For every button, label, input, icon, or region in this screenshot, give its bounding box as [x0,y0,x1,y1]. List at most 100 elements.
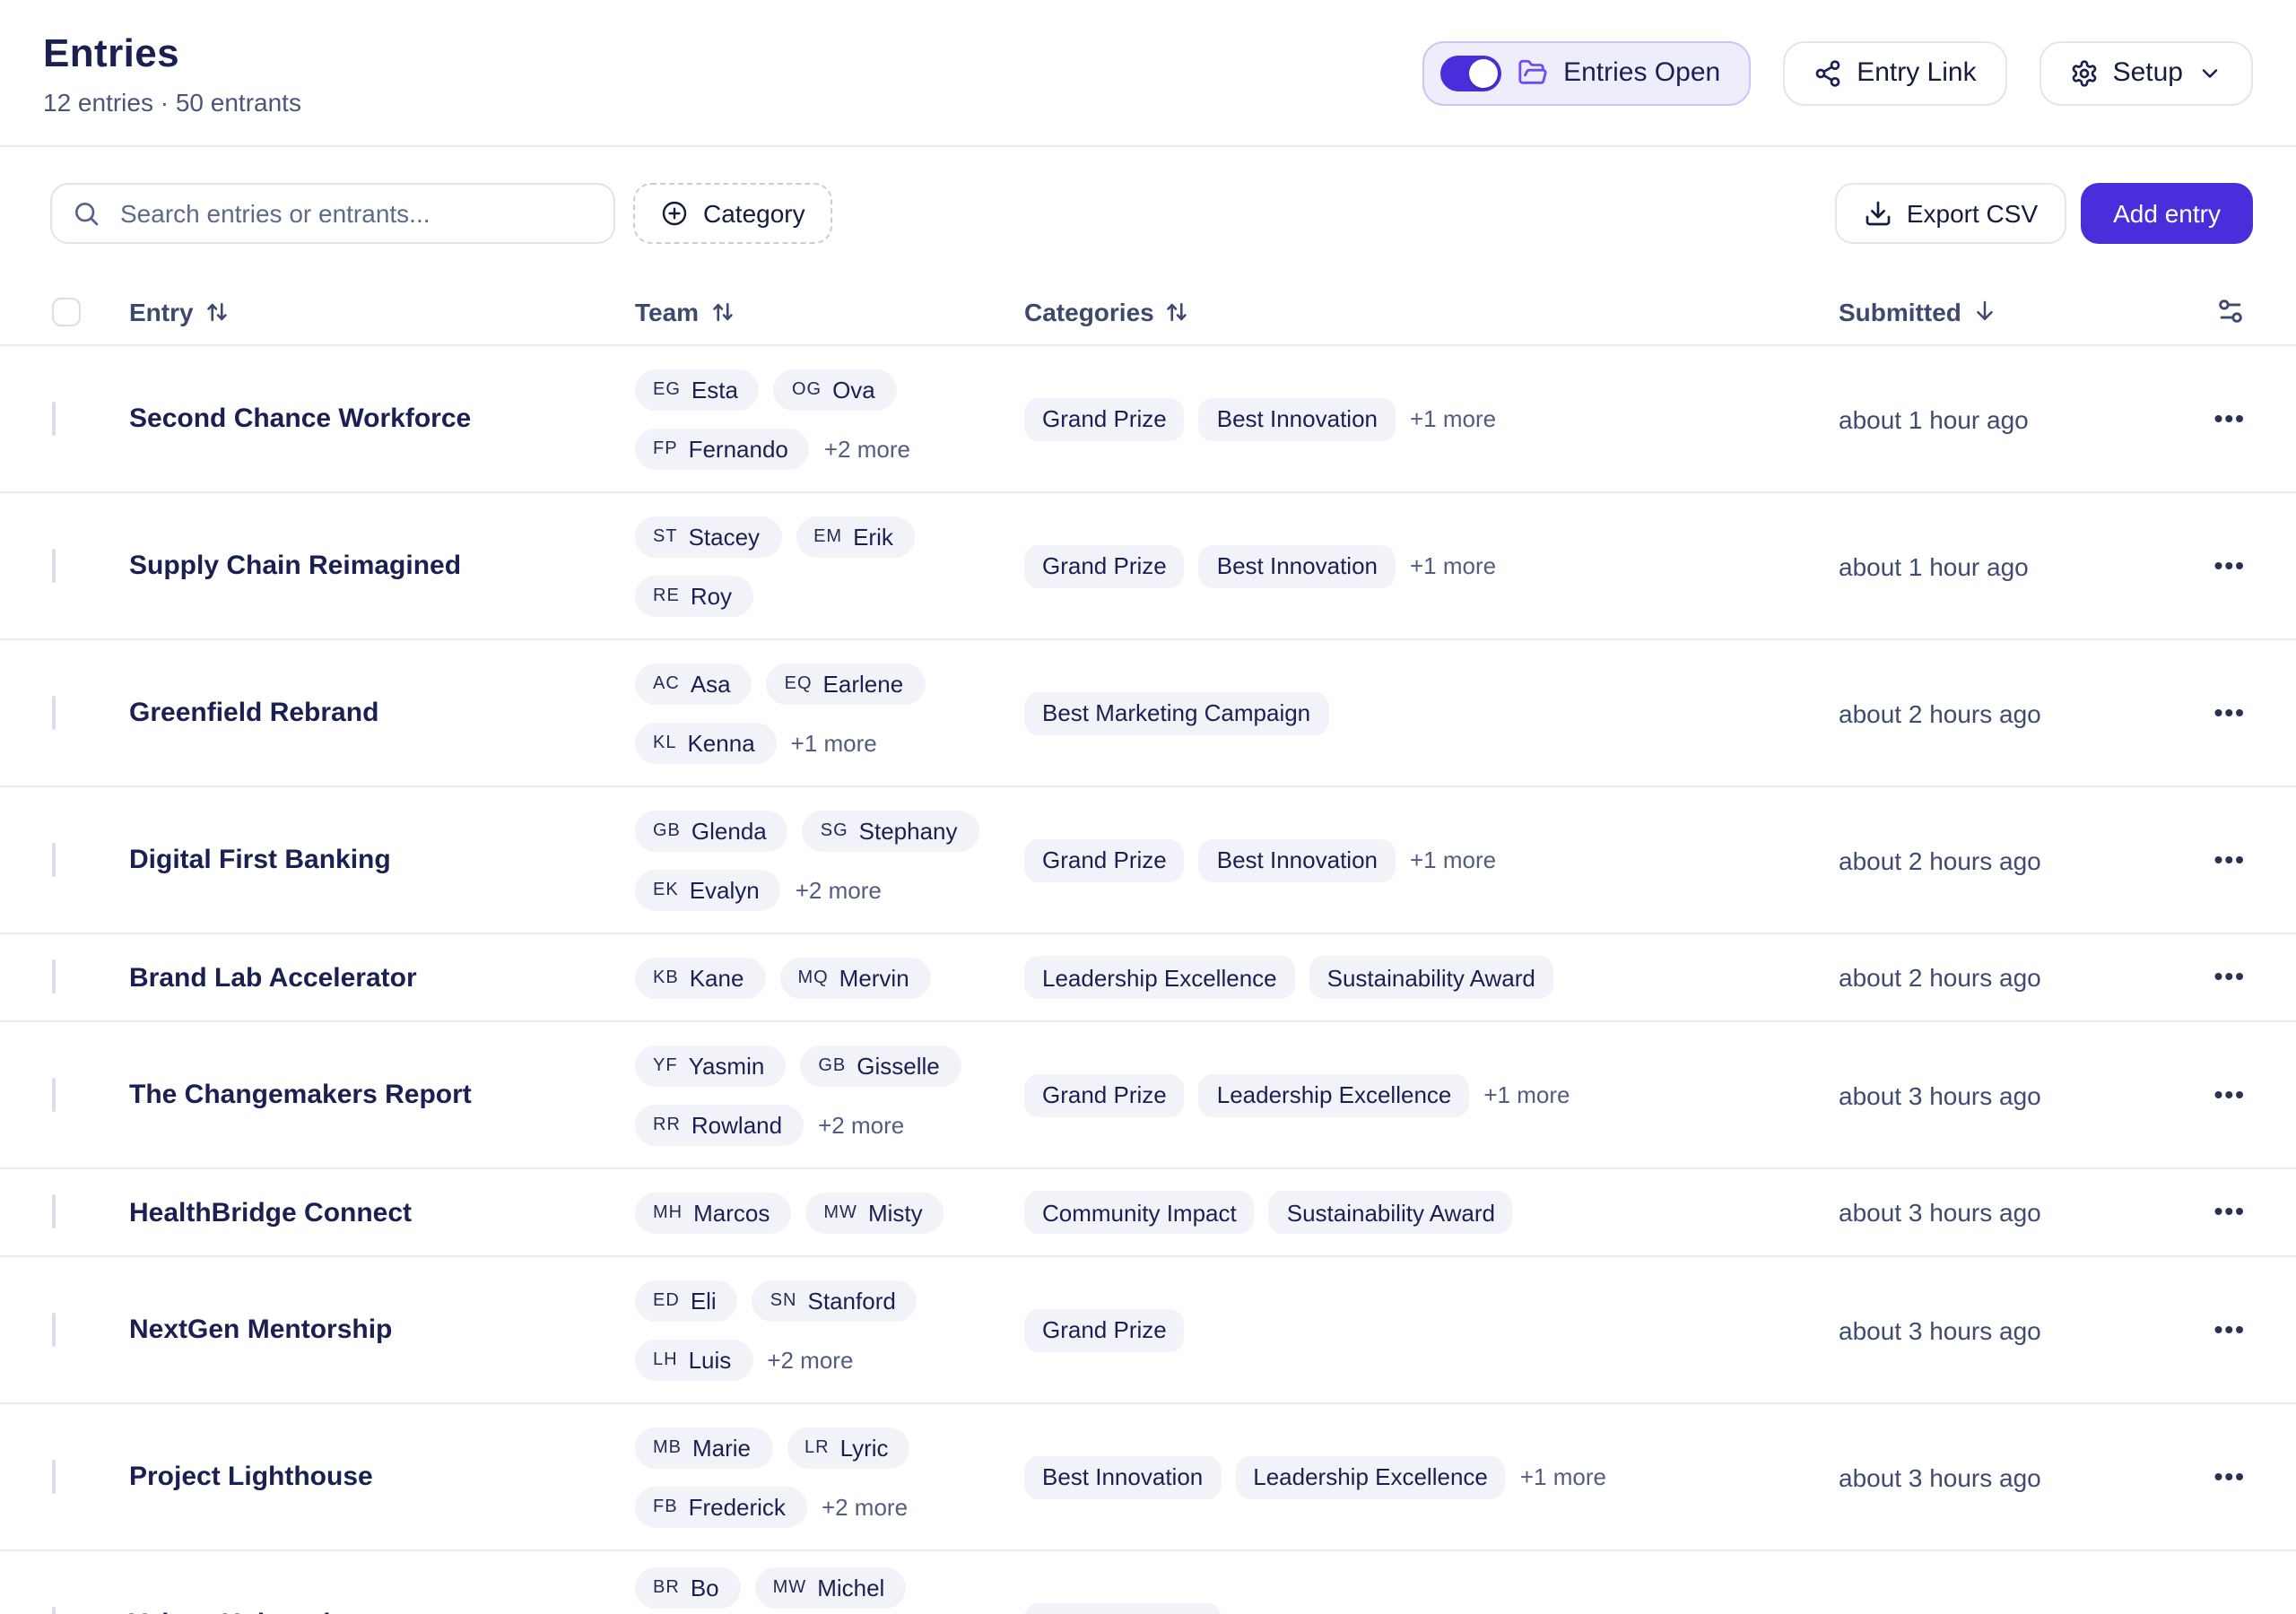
team-member-pill[interactable]: YFYasmin [635,1045,786,1086]
entry-name[interactable]: HealthBridge Connect [129,1197,635,1228]
column-entry[interactable]: Entry [129,297,635,325]
team-member-pill[interactable]: EKEvalyn [635,869,781,910]
toggle-knob [1468,58,1497,87]
member-name: Glenda [691,817,767,844]
category-chip: Grand Prize [1024,397,1185,440]
categories-more-label[interactable]: +1 more [1520,1463,1606,1490]
column-categories[interactable]: Categories [1024,297,1839,325]
entry-link-label: Entry Link [1857,57,1976,88]
row-menu-button[interactable]: ••• [2214,961,2246,990]
entries-page: Entries 12 entries · 50 entrants Entries… [0,0,2296,1614]
team-member-pill[interactable]: LHLuis [635,1339,752,1380]
entry-name[interactable]: Greenfield Rebrand [129,698,635,728]
setup-button[interactable]: Setup [2039,40,2253,105]
page-title: Entries [43,30,301,76]
entry-link-button[interactable]: Entry Link [1783,40,2006,105]
entries-open-button[interactable]: Entries Open [1422,40,1751,105]
team-member-pill[interactable]: SGStephany [803,810,979,851]
team-member-pill[interactable]: STStacey [635,516,781,557]
entry-name[interactable]: Project Lighthouse [129,1462,635,1492]
column-team[interactable]: Team [635,297,1024,325]
categories-more-label[interactable]: +1 more [1410,405,1496,432]
team-more-label[interactable]: +1 more [791,729,877,756]
team-member-pill[interactable]: KBKane [635,957,765,998]
column-submitted[interactable]: Submitted [1839,297,2152,325]
team-member-pill[interactable]: MWMichel [755,1567,907,1609]
row-checkbox[interactable] [52,695,56,729]
entry-name[interactable]: Second Chance Workforce [129,404,635,434]
member-name: Mervin [839,964,909,991]
team-member-pill[interactable]: OGOva [774,369,897,410]
team-member-pill[interactable]: KLKenna [635,722,777,763]
select-all-checkbox[interactable] [52,297,81,325]
entry-name[interactable]: Supply Chain Reimagined [129,551,635,581]
team-member-pill[interactable]: BRBo [635,1567,741,1609]
row-checkbox[interactable] [52,1312,56,1346]
row-menu-button[interactable]: ••• [2214,550,2246,578]
team-more-label[interactable]: +2 more [824,435,910,462]
table-body: Second Chance WorkforceEGEsta OGOva FPFern… [0,346,2296,1614]
table-row: NextGen MentorshipEDEli SNStanfordLHLuis +… [0,1257,2296,1404]
row-checkbox[interactable] [52,1194,56,1228]
team-member-pill[interactable]: MQMervin [779,957,930,998]
team-more-label[interactable]: +2 more [767,1346,853,1373]
row-checkbox[interactable] [52,1077,56,1111]
categories-more-label[interactable]: +1 more [1483,1081,1570,1108]
entry-name[interactable]: Voices Unheard [129,1609,635,1614]
row-menu-button[interactable]: ••• [2214,1314,2246,1342]
export-csv-button[interactable]: Export CSV [1835,182,2066,243]
search-wrap [50,182,615,243]
column-settings[interactable] [2152,296,2253,326]
entry-name[interactable]: Brand Lab Accelerator [129,962,635,993]
row-menu-button[interactable]: ••• [2214,697,2246,725]
row-checkbox[interactable] [52,401,56,435]
row-checkbox[interactable] [52,842,56,876]
team-member-pill[interactable]: ACAsa [635,663,752,704]
team-member-pill[interactable]: RERoy [635,575,753,616]
submitted-time: about 2 hours ago [1839,963,2152,992]
row-menu-button[interactable]: ••• [2214,1461,2246,1489]
row-checkbox[interactable] [52,548,56,582]
team-member-pill[interactable]: MHMarcos [635,1192,791,1233]
team-more-label[interactable]: +2 more [818,1111,904,1138]
entry-name[interactable]: NextGen Mentorship [129,1315,635,1345]
team-member-pill[interactable]: MBMarie [635,1427,772,1468]
row-checkbox[interactable] [52,1606,56,1614]
categories-cell: Best Innovation [1024,1602,1839,1614]
row-menu-button[interactable]: ••• [2214,1608,2246,1614]
team-member-pill[interactable]: MWMisty [805,1192,944,1233]
team-member-pill[interactable]: EGEsta [635,369,760,410]
team-member-pill[interactable]: GBGlenda [635,810,788,851]
team-member-pill[interactable]: EQEarlene [767,663,926,704]
team-member-pill[interactable]: GBGisselle [800,1045,961,1086]
row-menu-button[interactable]: ••• [2214,844,2246,872]
team-member-pill[interactable]: FPFernando [635,428,810,469]
row-menu-button[interactable]: ••• [2214,403,2246,431]
member-name: Ova [832,376,875,403]
team-member-pill[interactable]: SNStanford [752,1280,918,1321]
row-checkbox[interactable] [52,959,56,994]
search-input[interactable] [50,182,615,243]
team-more-label[interactable]: +2 more [796,876,882,903]
team-member-pill[interactable]: FBFrederick [635,1486,807,1527]
add-category-button[interactable]: Category [633,182,832,243]
team-member-pill[interactable]: LRLyric [787,1427,910,1468]
row-menu-cell: ••• [2214,697,2253,729]
arrow-down-icon [1972,298,1999,325]
entries-open-toggle[interactable] [1439,55,1500,91]
row-menu-button[interactable]: ••• [2214,1079,2246,1107]
team-member-pill[interactable]: RRRowland [635,1104,804,1145]
team-member-pill[interactable]: EMErik [796,516,915,557]
add-entry-button[interactable]: Add entry [2081,182,2253,243]
categories-more-label[interactable]: +1 more [1410,846,1496,873]
member-initials: ST [653,526,678,546]
team-more-label[interactable]: +2 more [822,1493,908,1520]
row-menu-button[interactable]: ••• [2214,1196,2246,1225]
categories-more-label[interactable]: +1 more [1410,552,1496,579]
row-checkbox[interactable] [52,1459,56,1493]
team-member-pill[interactable]: EDEli [635,1280,738,1321]
table-row: Supply Chain ReimaginedSTStacey EMErik RER… [0,493,2296,640]
entry-name[interactable]: The Changemakers Report [129,1080,635,1110]
member-initials: KB [653,968,679,987]
entry-name[interactable]: Digital First Banking [129,845,635,875]
